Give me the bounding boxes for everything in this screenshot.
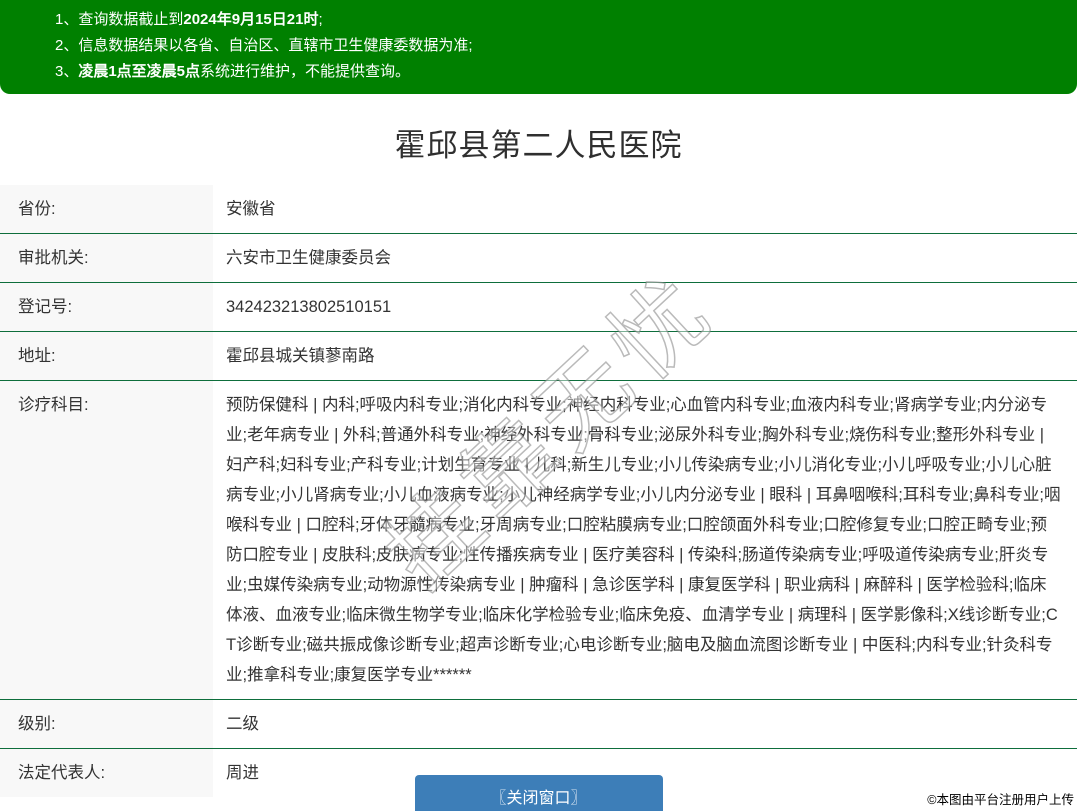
notice-text: 系统进行维护，不能提供查询。 bbox=[200, 63, 411, 80]
table-row: 登记号: 342423213802510151 bbox=[0, 282, 1077, 332]
table-row: 审批机关: 六安市卫生健康委员会 bbox=[0, 233, 1077, 283]
row-label: 审批机关: bbox=[0, 233, 213, 283]
row-value: 342423213802510151 bbox=[226, 298, 392, 316]
row-label: 地址: bbox=[0, 331, 213, 381]
page: 1、查询数据截止到2024年9月15日21时; 2、信息数据结果以各省、自治区、… bbox=[0, 0, 1077, 811]
row-value: 六安市卫生健康委员会 bbox=[226, 249, 391, 267]
notice-number: 2、 bbox=[55, 37, 79, 54]
row-label: 诊疗科目: bbox=[0, 380, 213, 700]
notice-line-2: 2、信息数据结果以各省、自治区、直辖市卫生健康委数据为准; bbox=[55, 33, 1057, 59]
row-value: 二级 bbox=[226, 715, 259, 733]
row-value: 预防保健科 | 内科;呼吸内科专业;消化内科专业;神经内科专业;心血管内科专业;… bbox=[226, 396, 1061, 684]
notice-banner: 1、查询数据截止到2024年9月15日21时; 2、信息数据结果以各省、自治区、… bbox=[0, 0, 1077, 94]
table-row: 省份: 安徽省 bbox=[0, 185, 1077, 234]
row-label: 级别: bbox=[0, 699, 213, 749]
row-value: 霍邱县城关镇蓼南路 bbox=[226, 347, 375, 365]
row-label: 省份: bbox=[0, 185, 213, 234]
notice-number: 1、 bbox=[55, 11, 79, 28]
row-value: 安徽省 bbox=[226, 200, 276, 218]
row-label: 登记号: bbox=[0, 282, 213, 332]
hospital-title: 霍邱县第二人民医院 bbox=[394, 128, 683, 163]
table-row: 地址: 霍邱县城关镇蓼南路 bbox=[0, 331, 1077, 381]
notice-text: ; bbox=[318, 11, 323, 28]
row-label: 法定代表人: bbox=[0, 748, 213, 797]
attribution: ©本图由平台注册用户上传 bbox=[927, 793, 1074, 807]
hospital-info-table: 省份: 安徽省 审批机关: 六安市卫生健康委员会 登记号: 3424232138… bbox=[0, 185, 1077, 797]
table-row: 级别: 二级 bbox=[0, 699, 1077, 749]
notice-text-bold: 2024年9月15日21时 bbox=[183, 11, 319, 28]
notice-text: 信息数据结果以各省、自治区、直辖市卫生健康委数据为准; bbox=[78, 37, 473, 54]
notice-line-3: 3、凌晨1点至凌晨5点系统进行维护，不能提供查询。 bbox=[55, 59, 1057, 85]
notice-text: 查询数据截止到 bbox=[78, 11, 184, 28]
table-row: 诊疗科目: 预防保健科 | 内科;呼吸内科专业;消化内科专业;神经内科专业;心血… bbox=[0, 380, 1077, 700]
close-window-button[interactable]: 〖关闭窗口〗 bbox=[414, 775, 663, 811]
notice-text-bold: 凌晨1点至凌晨5点 bbox=[78, 63, 201, 80]
notice-number: 3、 bbox=[55, 63, 79, 80]
notice-line-1: 1、查询数据截止到2024年9月15日21时; bbox=[55, 7, 1057, 33]
